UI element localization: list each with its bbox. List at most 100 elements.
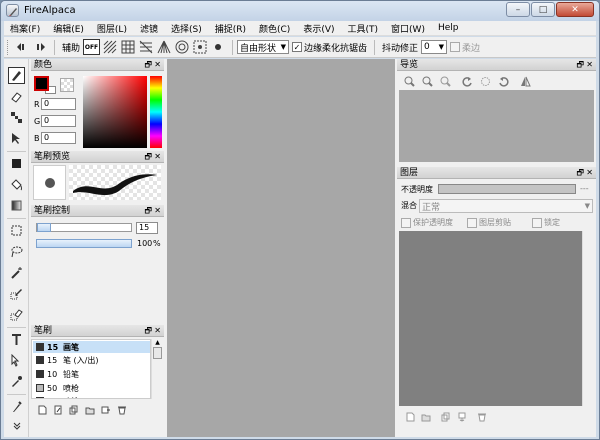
trash-icon[interactable] — [117, 405, 127, 415]
operation-tool-icon[interactable] — [8, 352, 25, 369]
navigator-header[interactable]: 导览 🗗 ✕ — [397, 59, 596, 71]
snap-concentric-icon[interactable] — [174, 39, 190, 55]
close-button[interactable]: ✕ — [556, 2, 594, 17]
navigator-preview[interactable] — [399, 90, 594, 162]
blue-input[interactable]: 0 — [41, 132, 76, 144]
new-folder-icon[interactable] — [421, 412, 431, 422]
duplicate-layer-icon[interactable] — [441, 412, 451, 422]
antialias-checkbox[interactable]: ✓ — [292, 42, 303, 52]
toolbar-grip[interactable] — [7, 39, 10, 55]
close-icon[interactable]: ✕ — [154, 325, 161, 337]
snap-off-button[interactable]: OFF — [83, 39, 101, 55]
layer-list[interactable] — [399, 231, 582, 406]
pin-icon[interactable]: 🗗 — [576, 167, 584, 179]
select-tool-icon[interactable] — [8, 222, 25, 239]
menu-layer[interactable]: 图层(L) — [97, 22, 127, 35]
edit-brush-icon[interactable] — [53, 405, 63, 415]
undo-icon[interactable] — [14, 39, 30, 55]
expand-more-icon[interactable] — [8, 417, 25, 434]
red-input[interactable]: 0 — [41, 98, 76, 110]
menu-snap[interactable]: 捕捉(R) — [215, 22, 246, 35]
soft-edge-checkbox[interactable] — [450, 42, 461, 52]
pin-icon[interactable]: 🗗 — [144, 325, 152, 337]
menu-color[interactable]: 颜色(C) — [259, 22, 290, 35]
menu-select[interactable]: 选择(S) — [171, 22, 202, 35]
brush-panel-header[interactable]: 笔刷 🗗 ✕ — [31, 325, 164, 337]
clipping-checkbox[interactable] — [467, 217, 477, 228]
pin-icon[interactable]: 🗗 — [576, 59, 584, 71]
brush-preview-header[interactable]: 笔刷预览 🗗 ✕ — [31, 151, 164, 163]
select-pen-tool-icon[interactable] — [8, 285, 25, 302]
trash-icon[interactable] — [477, 412, 487, 422]
foreground-color-swatch[interactable] — [34, 76, 49, 91]
snap-perspective-icon[interactable] — [156, 39, 172, 55]
menu-file[interactable]: 档案(F) — [10, 22, 40, 35]
hue-slider[interactable] — [150, 76, 162, 148]
brush-size-track[interactable] — [36, 223, 132, 232]
stabilizer-select[interactable]: 0 ▼ — [421, 40, 448, 54]
green-input[interactable]: 0 — [41, 115, 76, 127]
text-tool-icon[interactable] — [8, 331, 25, 348]
brush-list-item[interactable]: 50 喷枪 — [33, 382, 150, 394]
bucket-tool-icon[interactable] — [8, 176, 25, 193]
rotate-right-icon[interactable] — [497, 75, 509, 87]
scroll-up-icon[interactable]: ▲ — [152, 339, 163, 346]
menu-tools[interactable]: 工具(T) — [348, 22, 379, 35]
pin-icon[interactable]: 🗗 — [144, 59, 152, 71]
pin-icon[interactable]: 🗗 — [144, 205, 152, 217]
import-brush-icon[interactable] — [85, 405, 95, 415]
clipping-toggle[interactable]: 图层剪贴 — [467, 217, 511, 228]
menu-filter[interactable]: 滤镜 — [140, 22, 158, 35]
redo-icon[interactable] — [32, 39, 48, 55]
lock-toggle[interactable]: 锁定 — [532, 217, 560, 228]
layer-list-scrollbar[interactable] — [582, 231, 594, 406]
brush-opacity-track[interactable] — [36, 239, 132, 248]
select-eraser-tool-icon[interactable] — [8, 306, 25, 323]
export-brush-icon[interactable] — [101, 405, 111, 415]
lock-checkbox[interactable] — [532, 217, 542, 228]
color-panel-header[interactable]: 颜色 🗗 ✕ — [31, 59, 164, 71]
snap-grid-icon[interactable] — [120, 39, 136, 55]
brush-size-slider[interactable] — [37, 223, 51, 232]
maximize-button[interactable]: □ — [531, 2, 555, 17]
scroll-thumb[interactable] — [153, 347, 162, 359]
canvas-area[interactable] — [167, 59, 395, 437]
rotate-reset-icon[interactable] — [479, 75, 491, 87]
rotate-left-icon[interactable] — [461, 75, 473, 87]
magic-wand-tool-icon[interactable] — [8, 264, 25, 281]
fill-rect-tool-icon[interactable] — [8, 155, 25, 172]
brush-list-item[interactable]: 15 笔 (入/出) — [33, 354, 150, 366]
lasso-tool-icon[interactable] — [8, 243, 25, 260]
close-icon[interactable]: ✕ — [586, 167, 593, 179]
hand-tool-icon[interactable] — [8, 398, 25, 415]
shape-mode-select[interactable]: 自由形状 ▼ — [237, 40, 290, 54]
menu-window[interactable]: 窗口(W) — [391, 22, 425, 35]
saturation-value-picker[interactable] — [83, 76, 147, 148]
eyedropper-tool-icon[interactable] — [8, 373, 25, 390]
close-icon[interactable]: ✕ — [154, 205, 161, 217]
snap-parallel-icon[interactable] — [102, 39, 118, 55]
new-layer-icon[interactable] — [405, 412, 415, 422]
snap-radial-icon[interactable] — [192, 39, 208, 55]
brush-list-scrollbar[interactable]: ▲ — [151, 339, 163, 399]
brush-opacity-slider[interactable] — [36, 239, 132, 248]
move-tool-icon[interactable] — [8, 130, 25, 147]
eraser-tool-icon[interactable] — [8, 88, 25, 105]
protect-alpha-toggle[interactable]: 保护透明度 — [401, 217, 453, 228]
flip-horizontal-icon[interactable] — [519, 75, 531, 87]
zoom-reset-icon[interactable] — [439, 75, 451, 87]
close-icon[interactable]: ✕ — [154, 59, 161, 71]
snap-cross-icon[interactable] — [138, 39, 154, 55]
zoom-in-icon[interactable] — [403, 75, 415, 87]
brush-list-item[interactable]: 10 铅笔 — [33, 368, 150, 380]
close-icon[interactable]: ✕ — [154, 151, 161, 163]
snap-curve-icon[interactable] — [210, 39, 226, 55]
brush-list-item[interactable]: 15 画笔 — [33, 341, 150, 353]
close-icon[interactable]: ✕ — [586, 59, 593, 71]
brush-size-input[interactable]: 15 — [136, 222, 158, 234]
brush-tool-icon[interactable] — [8, 67, 25, 84]
brush-control-header[interactable]: 笔刷控制 🗗 ✕ — [31, 205, 164, 217]
transparent-color-swatch[interactable] — [60, 78, 74, 92]
zoom-out-icon[interactable] — [421, 75, 433, 87]
layer-opacity-slider[interactable] — [438, 184, 576, 194]
